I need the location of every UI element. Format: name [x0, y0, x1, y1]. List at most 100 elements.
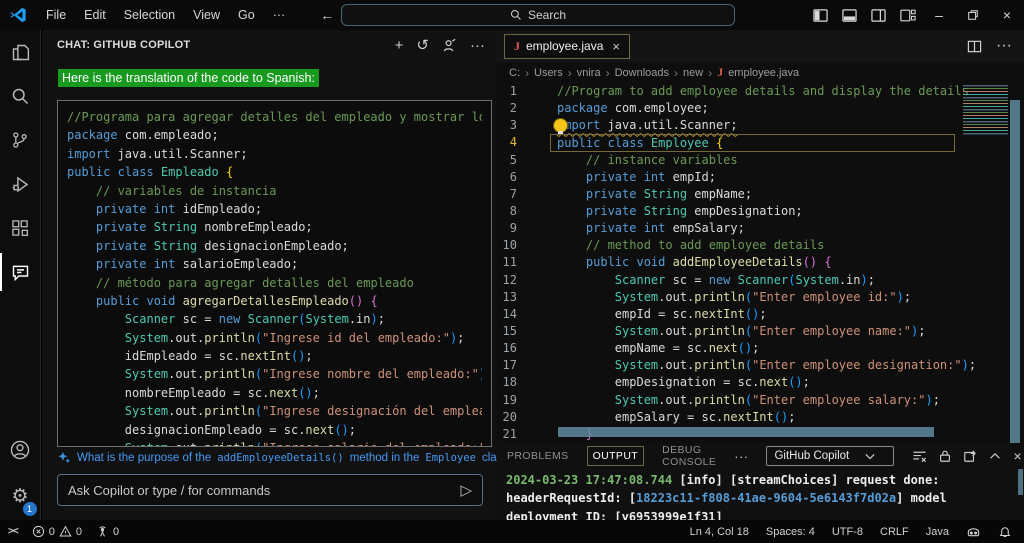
search-sidebar-icon[interactable] [0, 74, 41, 118]
tab-output[interactable]: OUTPUT [587, 446, 645, 466]
close-window-button[interactable]: × [990, 0, 1024, 30]
back-arrow-icon[interactable]: ← [320, 7, 334, 23]
ports-status[interactable]: 0 [96, 525, 119, 538]
command-center-search[interactable]: Search [341, 4, 735, 26]
output-log[interactable]: 2024-03-23 17:47:08.744 [info] [streamCh… [506, 471, 1014, 520]
open-output-editor-icon[interactable] [963, 449, 977, 463]
chat-history-icon[interactable]: ↺ [416, 38, 429, 53]
followup-question[interactable]: What is the purpose of the addEmployeeDe… [58, 451, 515, 464]
language-mode[interactable]: Java [926, 526, 949, 538]
java-file-icon: J [717, 65, 723, 80]
chevron-right-icon: › [708, 66, 712, 80]
code-editor[interactable]: 123456789101112131415161718192021 //Prog… [497, 83, 1024, 443]
chevron-right-icon: › [568, 66, 572, 80]
minimize-button[interactable]: – [922, 0, 956, 30]
output-channel-select[interactable]: GitHub Copilot [766, 446, 894, 466]
title-bar: File Edit Selection View Go ··· ← → Sear… [0, 0, 1024, 30]
menu-selection[interactable]: Selection [115, 8, 184, 22]
chat-icon[interactable] [0, 250, 41, 294]
split-editor-icon[interactable] [967, 39, 982, 54]
crumb-users[interactable]: Users [534, 67, 563, 79]
chevron-right-icon: › [525, 66, 529, 80]
chat-code-block[interactable]: //Programa para agregar detalles del emp… [57, 100, 492, 447]
chat-panel-title: CHAT: GITHUB COPILOT [57, 39, 190, 51]
close-panel-icon[interactable]: × [1013, 448, 1022, 464]
menu-more-icon[interactable]: ··· [264, 8, 295, 22]
tab-close-icon[interactable]: × [612, 39, 620, 54]
problems-status[interactable]: 0 0 [32, 525, 82, 538]
panel-scrollbar[interactable] [1018, 469, 1023, 495]
toggle-panel-icon[interactable] [835, 0, 864, 30]
clear-output-icon[interactable] [912, 449, 927, 464]
chat-more-actions-icon[interactable]: ··· [470, 38, 485, 53]
copilot-chat-panel: CHAT: GITHUB COPILOT + ↺ ··· Here is the… [42, 30, 497, 520]
restore-button[interactable] [956, 0, 990, 30]
vertical-scrollbar[interactable] [1010, 100, 1020, 443]
horizontal-scrollbar[interactable] [558, 427, 934, 437]
search-placeholder: Search [528, 8, 566, 22]
error-count: 0 [49, 526, 55, 538]
menu-go[interactable]: Go [229, 8, 264, 22]
menu-bar: File Edit Selection View Go ··· [37, 8, 294, 22]
lightbulb-icon[interactable] [554, 119, 567, 132]
explorer-icon[interactable] [0, 30, 41, 74]
notifications-bell-icon[interactable] [998, 525, 1012, 539]
menu-edit[interactable]: Edit [75, 8, 115, 22]
remote-indicator-icon[interactable]: >< [8, 526, 18, 537]
output-channel-label: GitHub Copilot [774, 450, 849, 462]
encoding[interactable]: UTF-8 [832, 526, 863, 538]
question-code-class: Employee [425, 452, 476, 464]
error-icon [32, 525, 45, 538]
editor-more-actions-icon[interactable]: ··· [996, 37, 1012, 55]
chevron-right-icon: › [606, 66, 610, 80]
toggle-sidebar-icon[interactable] [806, 0, 835, 30]
sparkle-icon [58, 451, 71, 464]
send-icon[interactable]: ▷ [460, 481, 482, 499]
warning-icon [59, 525, 72, 538]
new-chat-icon[interactable]: + [395, 38, 404, 53]
titlebar-controls: – × [806, 0, 1024, 30]
editor-group: J employee.java × ··· C:› Users› vnira› … [497, 30, 1024, 520]
settings-gear-icon[interactable]: ⚙ 1 [0, 472, 41, 520]
chat-input[interactable] [58, 483, 460, 498]
menu-view[interactable]: View [184, 8, 229, 22]
chat-response-text: Here is the translation of the code to S… [58, 69, 319, 87]
bottom-panel: PROBLEMS OUTPUT DEBUG CONSOLE ··· GitHub… [497, 443, 1024, 520]
settings-badge: 1 [23, 502, 37, 516]
minimap[interactable] [963, 85, 1008, 135]
eol-sequence[interactable]: CRLF [880, 526, 909, 538]
account-icon[interactable] [0, 428, 41, 472]
tab-employee-java[interactable]: J employee.java × [504, 34, 630, 59]
crumb-new[interactable]: new [683, 67, 703, 79]
maximize-panel-icon[interactable] [988, 449, 1002, 463]
crumb-drive[interactable]: C: [509, 67, 520, 79]
source-control-icon[interactable] [0, 118, 41, 162]
extensions-icon[interactable] [0, 206, 41, 250]
crumb-user[interactable]: vnira [577, 67, 601, 79]
indentation[interactable]: Spaces: 4 [766, 526, 815, 538]
panel-more-tabs-icon[interactable]: ··· [734, 449, 748, 464]
breadcrumb: C:› Users› vnira› Downloads› new› J empl… [497, 62, 1024, 83]
customize-layout-icon[interactable] [893, 0, 922, 30]
lock-scroll-icon[interactable] [938, 449, 952, 463]
warning-count: 0 [76, 526, 82, 538]
java-file-icon: J [514, 39, 520, 54]
open-session-user-icon[interactable] [442, 38, 457, 53]
tab-label: employee.java [526, 39, 603, 53]
tab-problems[interactable]: PROBLEMS [507, 450, 569, 462]
crumb-downloads[interactable]: Downloads [615, 67, 669, 79]
copilot-status-icon[interactable] [966, 524, 981, 539]
tab-debug-console[interactable]: DEBUG CONSOLE [662, 444, 716, 468]
editor-code-lines[interactable]: //Program to add employee details and di… [557, 83, 1010, 443]
editor-gutter[interactable]: 123456789101112131415161718192021 [497, 83, 517, 443]
editor-tab-bar: J employee.java × ··· [497, 30, 1024, 62]
run-debug-icon[interactable] [0, 162, 41, 206]
cursor-position[interactable]: Ln 4, Col 18 [690, 526, 749, 538]
vscode-logo-icon [9, 6, 27, 24]
menu-file[interactable]: File [37, 8, 75, 22]
chat-panel-header: CHAT: GITHUB COPILOT + ↺ ··· [42, 30, 497, 60]
toggle-secondary-sidebar-icon[interactable] [864, 0, 893, 30]
ports-count: 0 [113, 526, 119, 538]
chat-input-container: ▷ [57, 474, 483, 506]
crumb-file[interactable]: employee.java [728, 67, 799, 79]
